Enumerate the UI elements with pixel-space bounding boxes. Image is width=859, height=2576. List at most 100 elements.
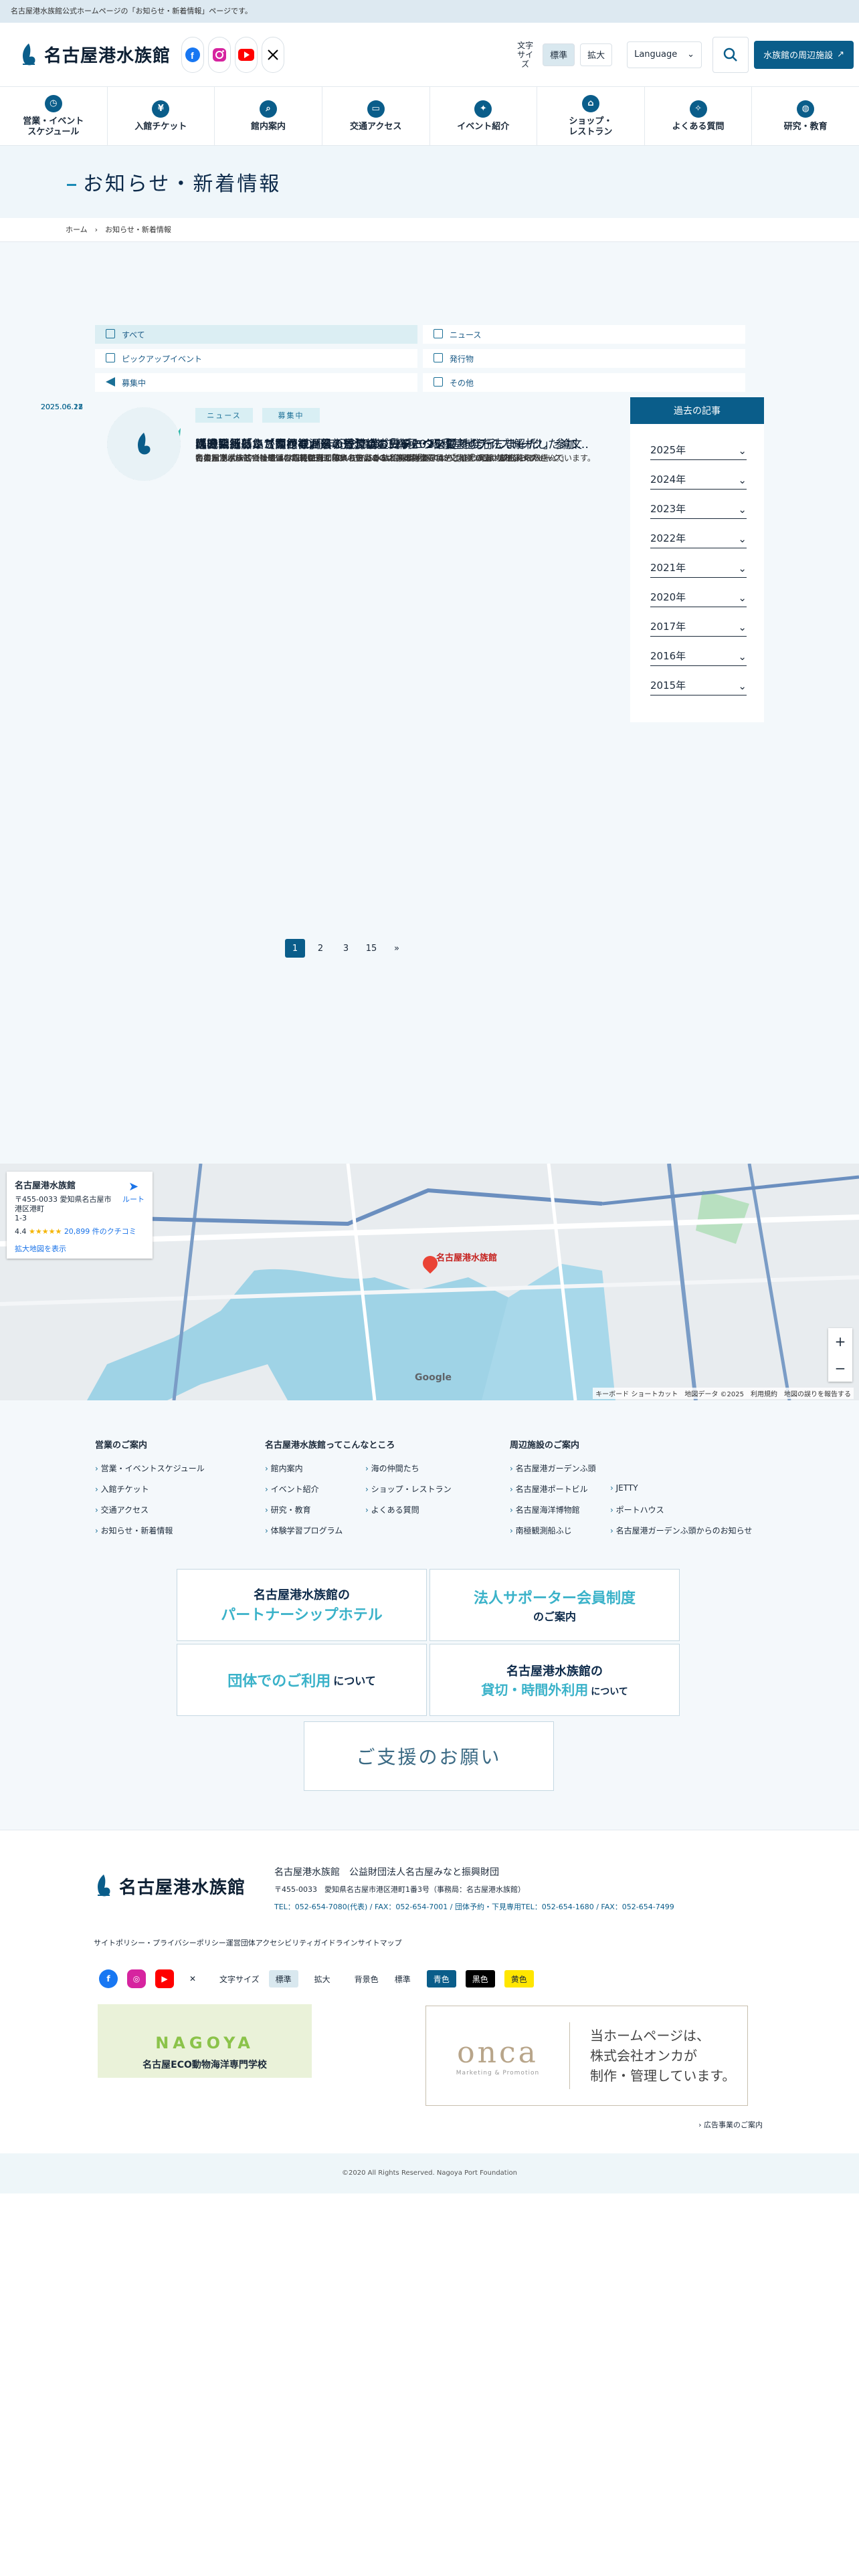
breadcrumb-home[interactable]: ホーム [66,225,88,234]
footer-nav-link[interactable]: ショップ・レストラン [365,1483,479,1495]
footer-link[interactable]: サイトマップ [358,1937,402,1948]
nearby-facilities-button[interactable]: 水族館の周辺施設 ↗ [754,40,854,69]
gnav-item[interactable]: ◍ 研究・教育 [752,87,859,145]
group-use-banner[interactable]: 団体でのご利用 について [177,1644,427,1716]
archive-year-select[interactable]: 2024年 ⌄ [650,467,747,490]
footer-col-title: 営業のご案内 [95,1440,148,1451]
gnav-item[interactable]: ¥ 入館チケット [108,87,215,145]
map-enlarge-link[interactable]: 拡大地図を表示 [15,1243,145,1254]
footer-nav-link[interactable]: 名古屋港ガーデンふ頭からのお知らせ [610,1525,764,1536]
footer-nav-link[interactable]: 南極観測船ふじ [510,1525,610,1536]
bg-yellow-button[interactable]: 黄色 [504,1970,534,1988]
footer-nav-link[interactable]: 海の仲間たち [365,1463,479,1474]
page-button[interactable]: 2 [310,939,330,958]
footer-nav-link[interactable]: ポートハウス [610,1504,764,1515]
gnav-item[interactable]: ✦ イベント紹介 [430,87,538,145]
footer-nav-link[interactable]: 館内案内 [265,1463,365,1474]
filter-label: その他 [450,378,474,388]
bg-blue-button[interactable]: 青色 [426,1970,456,1988]
x-icon[interactable] [262,36,285,73]
footer-link[interactable]: アクセシビリティガイドライン [256,1937,358,1948]
private-rental-banner[interactable]: 名古屋港水族館の 貸切・時間外利用 について [430,1644,680,1716]
youtube-icon[interactable] [235,36,258,73]
footer-contact: 名古屋港水族館 公益財団法人名古屋みなと振興財団 〒455-0033 愛知県名古… [274,1864,674,1916]
logo-text: 名古屋港水族館 [44,46,171,66]
filter-3[interactable]: ピックアップイベント [95,349,417,368]
map-route-button[interactable]: ➤ ルート [122,1180,145,1204]
font-normal-button[interactable]: 標準 [543,43,575,66]
gnav-item[interactable]: ✧ よくある質問 [645,87,753,145]
archive-year-select[interactable]: 2017年 ⌄ [650,614,747,637]
footer-nav-link[interactable]: JETTY [610,1483,764,1495]
footer-nav-link[interactable]: 名古屋海洋博物館 [510,1504,610,1515]
footer-logo[interactable]: 名古屋港水族館 [94,1873,246,1899]
map-rating: 4.4 [15,1227,27,1236]
page-button[interactable]: 3 [336,939,356,958]
map-reviews-link[interactable]: 20,899 件のクチコミ [64,1227,136,1236]
footer-nav-link[interactable]: 入館チケット [95,1483,205,1495]
filter-5[interactable]: 募集中 [95,373,417,392]
partnership-hotel-banner[interactable]: 名古屋港水族館の パートナーシップホテル [177,1569,427,1641]
facebook-icon[interactable]: f [99,1969,118,1988]
footer-link[interactable]: 運営団体 [226,1937,256,1948]
facebook-icon[interactable]: f [181,36,205,73]
document-icon [434,329,443,338]
filter-6[interactable]: その他 [423,373,745,392]
page-button[interactable]: 15 [361,939,381,958]
archive-year-select[interactable]: 2022年 ⌄ [650,526,747,548]
gnav-item[interactable]: ⌂ ショップ・ レストラン [537,87,645,145]
whale-logo-icon [98,1874,110,1897]
filter-2[interactable]: ニュース [423,325,745,344]
filter-4[interactable]: 発行物 [423,349,745,368]
archive-year-select[interactable]: 2020年 ⌄ [650,584,747,607]
site-logo[interactable]: 名古屋港水族館 [19,42,171,68]
gnav-item[interactable]: ▭ 交通アクセス [322,87,430,145]
footer-nav-link[interactable]: お知らせ・新着情報 [95,1525,205,1536]
footer-nav-link[interactable]: 営業・イベントスケジュール [95,1463,205,1474]
font-size-label: 文字サイズ [517,40,534,69]
footer-nav-link[interactable]: 研究・教育 [265,1504,365,1515]
archive-year-select[interactable]: 2021年 ⌄ [650,555,747,578]
archive-year: 2021年 [650,562,686,574]
bulb-icon: ✧ [689,100,707,118]
bg-black-button[interactable]: 黒色 [465,1970,495,1988]
zoom-out-button[interactable]: − [835,1360,846,1376]
footer-nav-link[interactable]: よくある質問 [365,1504,479,1515]
archive-year-select[interactable]: 2016年 ⌄ [650,643,747,666]
corporate-supporter-banner[interactable]: 法人サポーター会員制度 のご案内 [430,1569,680,1641]
filter-1[interactable]: すべて [95,325,417,344]
next-page-button[interactable]: » [387,939,407,958]
language-select[interactable]: Language ⌄ [627,41,702,68]
ad-business-link[interactable]: › 広告事業のご案内 [698,2119,763,2130]
search-button[interactable] [712,36,749,73]
onca-banner[interactable]: onca Marketing & Promotion 当ホームページは、 株式会社… [425,2006,748,2106]
footer-nav-link[interactable]: 交通アクセス [95,1504,205,1515]
bg-color-label: 背景色 [354,1974,379,1984]
donation-request-banner[interactable]: ご支援のお願い [304,1721,554,1791]
instagram-icon[interactable] [208,36,231,73]
font-large-button[interactable]: 拡大 [580,43,613,66]
zoom-in-button[interactable]: + [835,1333,846,1350]
footer-link[interactable]: サイトポリシー・プライバシーポリシー [94,1937,226,1948]
footer-nav-link[interactable]: イベント紹介 [265,1483,365,1495]
eco-school-banner[interactable]: NAGOYA 名古屋ECO動物海洋専門学校 [98,2004,312,2078]
bg-normal-button[interactable]: 標準 [388,1970,417,1988]
instagram-icon[interactable]: ◎ [127,1969,146,1988]
font-large-button[interactable]: 拡大 [308,1970,337,1988]
archive-year-select[interactable]: 2023年 ⌄ [650,496,747,519]
archive-year: 2015年 [650,679,686,691]
map-pin-label: 名古屋港水族館 [436,1253,498,1263]
font-normal-button[interactable]: 標準 [268,1970,298,1988]
gnav-item[interactable]: ◷ 営業・イベント スケジュール [0,87,108,145]
page-button[interactable]: 1 [285,939,305,958]
x-icon[interactable]: ✕ [183,1969,202,1988]
archive-year-select[interactable]: 2025年 ⌄ [650,437,747,460]
footer-nav-link[interactable]: 体験学習プログラム [265,1525,365,1536]
youtube-icon[interactable]: ▶ [155,1969,174,1988]
footer-nav-link[interactable]: 名古屋港ポートビル [510,1483,610,1495]
google-map[interactable]: 名古屋港水族館 〒455-0033 愛知県名古屋市港区港町 1-3 4.4 ★★… [0,1164,859,1400]
archive-year-select[interactable]: 2015年 ⌄ [650,673,747,695]
footer-nav-link[interactable]: 名古屋港ガーデンふ頭 [510,1463,610,1474]
map-footer-links[interactable]: キーボード ショートカット 地図データ ©2025 利用規約 地図の誤りを報告す… [593,1388,854,1399]
gnav-item[interactable]: ⌕ 館内案内 [215,87,322,145]
